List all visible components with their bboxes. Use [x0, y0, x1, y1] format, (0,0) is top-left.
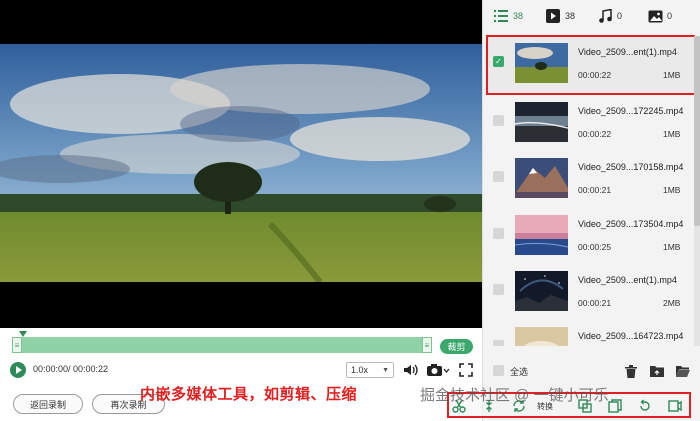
- file-name: Video_2509...ent(1).mp4: [578, 275, 677, 285]
- tab-image[interactable]: 0: [647, 8, 672, 24]
- file-duration: 00:00:21: [578, 298, 612, 308]
- item-checkbox[interactable]: [493, 228, 504, 239]
- video-frame: [0, 44, 482, 282]
- back-to-record-button[interactable]: 返回录制: [13, 394, 83, 414]
- tab-music-count: 0: [617, 11, 623, 21]
- folder-export-icon[interactable]: [649, 363, 665, 379]
- file-size: 2MB: [663, 298, 681, 308]
- list-item[interactable]: ✓ Video_2509...ent(1).mp4 00:00:22 1MB: [486, 35, 695, 95]
- video-preview[interactable]: [0, 0, 482, 328]
- video-thumbnail: [515, 215, 568, 255]
- music-icon: [597, 8, 613, 24]
- file-name: Video_2509...ent(1).mp4: [578, 47, 677, 57]
- video-thumbnail: [515, 43, 568, 83]
- scrollbar-thumb[interactable]: [694, 36, 700, 226]
- camera-icon[interactable]: [425, 361, 451, 379]
- media-tabs: 38 38 0 0: [483, 0, 700, 32]
- select-all-label: 全选: [510, 367, 529, 377]
- file-size: 1MB: [663, 242, 681, 252]
- trim-bar[interactable]: ≡ ≡: [12, 337, 432, 353]
- select-all-checkbox[interactable]: [493, 365, 504, 376]
- video-thumbnail: [515, 327, 568, 346]
- video-thumbnail: [515, 271, 568, 311]
- video-thumbnail: [515, 158, 568, 198]
- panel-footer: 全选: [483, 360, 700, 382]
- item-checkbox[interactable]: ✓: [493, 56, 504, 67]
- file-duration: 00:00:21: [578, 185, 612, 195]
- promo-caption: 内嵌多媒体工具，如剪辑、压缩: [140, 386, 358, 403]
- chevron-down-icon: ▼: [382, 366, 389, 374]
- file-list: ✓ Video_2509...ent(1).mp4 00:00:22 1MB V…: [483, 34, 695, 346]
- file-duration: 00:00:25: [578, 242, 612, 252]
- file-size: 1MB: [663, 129, 681, 139]
- file-name: Video_2509...172245.mp4: [578, 106, 684, 116]
- tab-image-count: 0: [667, 11, 673, 21]
- list-item[interactable]: Video_2509...164723.mp4: [483, 321, 695, 346]
- file-panel: 38 38 0 0 ✓ Video_2509...ent(1).mp4 00:0…: [482, 0, 700, 421]
- file-name: Video_2509...173504.mp4: [578, 219, 684, 229]
- list-item[interactable]: Video_2509...170158.mp4 00:00:21 1MB: [483, 152, 695, 208]
- play-button[interactable]: [10, 362, 26, 378]
- file-size: 1MB: [663, 70, 681, 80]
- file-name: Video_2509...170158.mp4: [578, 162, 684, 172]
- item-checkbox[interactable]: [493, 340, 504, 346]
- fullscreen-icon[interactable]: [458, 361, 474, 379]
- tab-all-count: 38: [513, 11, 524, 21]
- tab-all[interactable]: 38: [493, 8, 523, 24]
- trash-icon[interactable]: [623, 363, 639, 379]
- image-icon: [647, 8, 663, 24]
- watermark: 掘金技术社区 @ 一键小可乐: [420, 387, 609, 404]
- tab-video-count: 38: [565, 11, 576, 21]
- trim-end-handle[interactable]: ≡: [422, 337, 432, 353]
- play-icon: [16, 366, 22, 374]
- item-checkbox[interactable]: [493, 171, 504, 182]
- app-window: ≡ ≡ 裁剪 00:00:00/ 00:00:22 1.0x ▼ 返回录制 再次…: [0, 0, 700, 421]
- list-item[interactable]: Video_2509...173504.mp4 00:00:25 1MB: [483, 209, 695, 265]
- volume-icon[interactable]: [402, 361, 420, 379]
- tab-music[interactable]: 0: [597, 8, 622, 24]
- file-name: Video_2509...164723.mp4: [578, 331, 684, 341]
- video-thumbnail: [515, 102, 568, 142]
- cut-button[interactable]: 裁剪: [440, 339, 473, 354]
- tab-video[interactable]: 38: [545, 8, 575, 24]
- trim-start-handle[interactable]: ≡: [12, 337, 22, 353]
- list-item[interactable]: Video_2509...ent(1).mp4 00:00:21 2MB: [483, 265, 695, 321]
- item-checkbox[interactable]: [493, 284, 504, 295]
- file-list-scrollbar[interactable]: [694, 36, 700, 346]
- video-icon: [545, 8, 561, 24]
- rotate-icon[interactable]: [637, 398, 653, 414]
- item-checkbox[interactable]: [493, 115, 504, 126]
- player-pane: ≡ ≡ 裁剪 00:00:00/ 00:00:22 1.0x ▼ 返回录制 再次…: [0, 0, 482, 421]
- copy-icon[interactable]: [607, 398, 623, 414]
- speed-value: 1.0x: [351, 365, 369, 375]
- folder-open-icon[interactable]: [675, 363, 691, 379]
- file-duration: 00:00:22: [578, 70, 612, 80]
- list-item[interactable]: Video_2509...172245.mp4 00:00:22 1MB: [483, 96, 695, 152]
- file-duration: 00:00:22: [578, 129, 612, 139]
- audio-extract-icon[interactable]: [667, 398, 683, 414]
- time-display: 00:00:00/ 00:00:22: [33, 364, 109, 374]
- playback-controls: 00:00:00/ 00:00:22 1.0x ▼: [0, 358, 482, 382]
- speed-select[interactable]: 1.0x ▼: [346, 362, 394, 378]
- list-icon: [493, 8, 509, 24]
- file-size: 1MB: [663, 185, 681, 195]
